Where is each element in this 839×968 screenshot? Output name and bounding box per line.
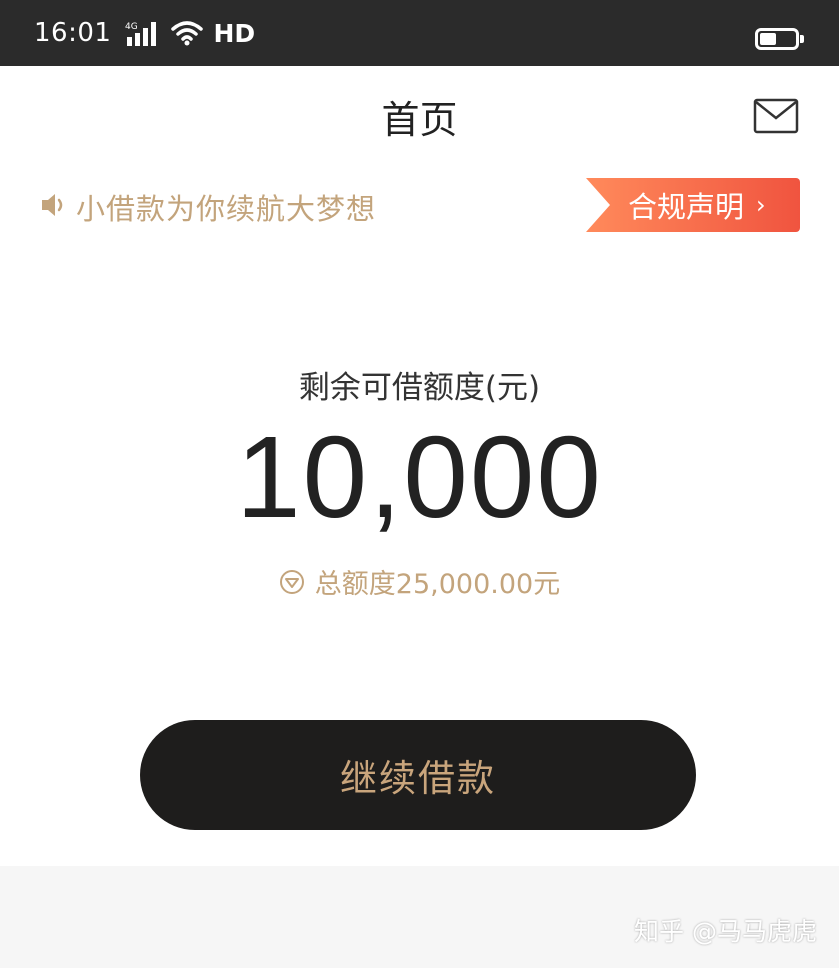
network-type: 4G (125, 22, 138, 32)
hd-indicator: HD (213, 18, 256, 48)
status-icons: 4G HD (125, 19, 255, 48)
watermark: 知乎 @马马虎虎 (634, 917, 817, 946)
header: 首页 (0, 66, 839, 166)
speaker-icon (42, 194, 63, 216)
compliance-label: 合规声明 (628, 190, 745, 224)
total-credit-row: 总额度25,000.00元 (0, 562, 839, 601)
signal-icon: 4G (125, 22, 157, 46)
notice-bar: 小借款为你续航大梦想 合规声明 › (0, 172, 839, 240)
total-credit: 总额度25,000.00元 (314, 569, 561, 600)
chevron-right-icon: › (756, 191, 766, 219)
wifi-icon (171, 21, 204, 46)
battery-level (760, 33, 776, 45)
battery-icon (755, 28, 804, 50)
notice-text: 小借款为你续航大梦想 (76, 192, 377, 226)
status-bar: 16:01 4G HD (0, 0, 839, 66)
continue-borrow-button[interactable]: 继续借款 (140, 720, 696, 830)
mail-icon[interactable] (753, 98, 799, 134)
footer-area: 知乎 @马马虎虎 (0, 866, 839, 968)
credit-label: 剩余可借额度(元) (298, 370, 541, 406)
compliance-button[interactable]: 合规声明 › (586, 178, 800, 232)
shield-icon (279, 569, 304, 594)
page-title: 首页 (381, 97, 458, 142)
credit-amount: 10,000 (236, 412, 603, 542)
status-time: 16:01 (34, 18, 112, 48)
